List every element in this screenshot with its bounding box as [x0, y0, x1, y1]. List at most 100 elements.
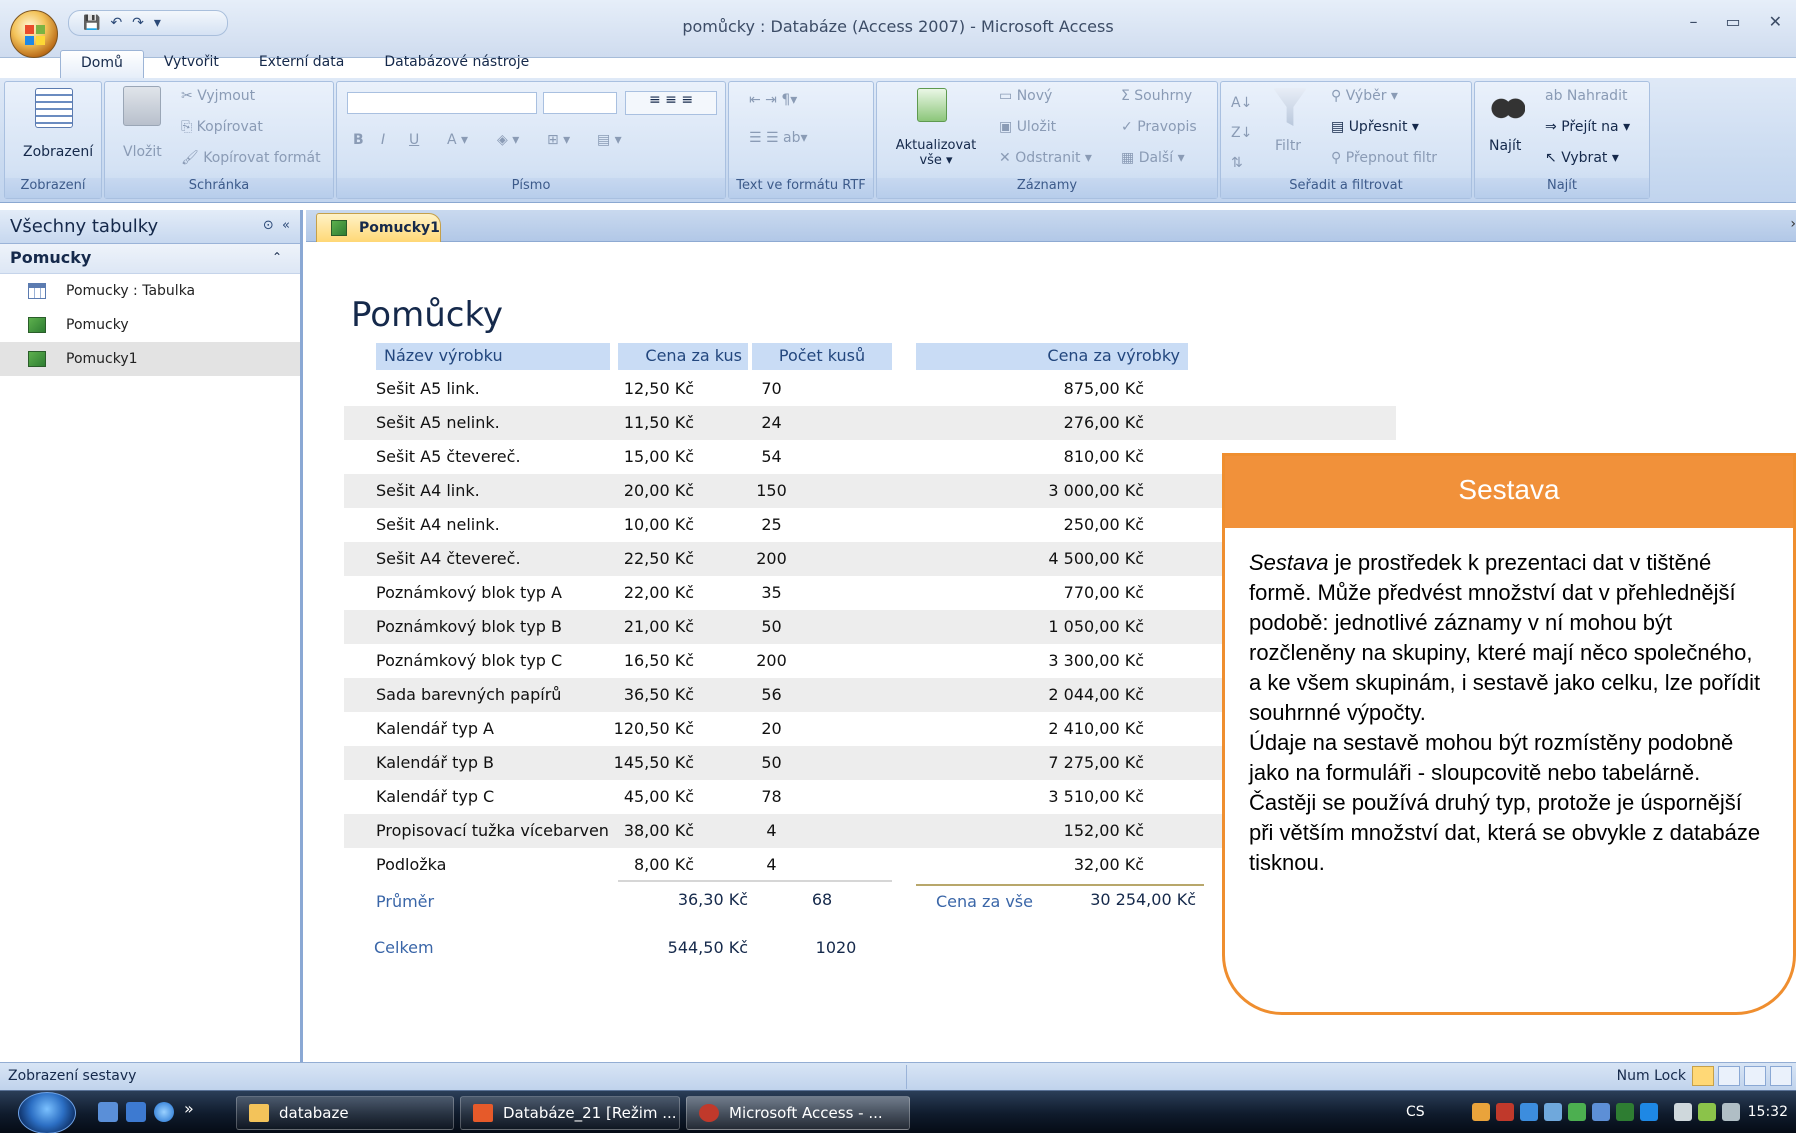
cut-button[interactable]: ✂ Vyjmout	[181, 88, 255, 104]
copy-button[interactable]: ⎘ Kopírovat	[181, 119, 263, 135]
cell-count: 4	[766, 855, 777, 874]
fill-color-button[interactable]: ◈ ▾	[497, 132, 519, 148]
tab-externi-data[interactable]: Externí data	[239, 50, 365, 78]
tray-icon[interactable]	[1568, 1103, 1586, 1121]
cell-name: Propisovací tužka vícebarven	[376, 821, 609, 840]
print-preview-icon[interactable]	[1718, 1066, 1740, 1086]
close-button[interactable]: ✕	[1769, 12, 1782, 31]
network-icon[interactable]	[1674, 1103, 1692, 1121]
delete-record-button[interactable]: ✕ Odstranit ▾	[999, 150, 1092, 166]
switch-windows-icon[interactable]	[126, 1102, 146, 1122]
nav-group-pomucky[interactable]: Pomucky ⌃	[0, 244, 300, 274]
goto-button[interactable]: ⇒ Přejít na ▾	[1545, 119, 1630, 135]
clock[interactable]: 15:32	[1748, 1104, 1788, 1120]
gridlines-button[interactable]: ⊞ ▾	[547, 132, 570, 148]
cell-count: 4	[766, 821, 777, 840]
nav-item-pomucky1-report[interactable]: Pomucky1	[0, 342, 300, 376]
access-icon	[699, 1104, 719, 1122]
chevron-up-icon[interactable]: ⌃	[272, 250, 282, 264]
show-desktop-icon[interactable]	[98, 1102, 118, 1122]
group-label-rtf: Text ve formátu RTF	[729, 178, 873, 198]
view-icon[interactable]	[35, 88, 73, 128]
format-painter-button[interactable]: 🖌 Kopírovat formát	[181, 150, 321, 166]
list-buttons[interactable]: ☰ ☰ ab▾	[749, 130, 808, 146]
tray-icon[interactable]	[1544, 1103, 1562, 1121]
callout-title: Sestava	[1225, 456, 1793, 528]
cell-total: 4 500,00 Kč	[1048, 549, 1144, 568]
view-button[interactable]: Zobrazení	[23, 144, 93, 160]
underline-button[interactable]: U	[409, 132, 419, 148]
alt-fill-button[interactable]: ▤ ▾	[597, 132, 622, 148]
sort-buttons[interactable]: A↓ Z↓ ⇅	[1231, 88, 1252, 178]
group-label-zaznamy: Záznamy	[877, 178, 1217, 198]
tray-icon[interactable]	[1698, 1103, 1716, 1121]
layout-view-icon[interactable]	[1744, 1066, 1766, 1086]
report-icon	[28, 317, 46, 333]
totals-button[interactable]: Σ Souhrny	[1121, 88, 1192, 104]
toggle-filter-button[interactable]: ⚲ Přepnout filtr	[1331, 150, 1437, 166]
tray-icon[interactable]	[1616, 1103, 1634, 1121]
office-button[interactable]	[10, 10, 58, 58]
tray-icon[interactable]	[1640, 1103, 1658, 1121]
font-size-combo[interactable]	[543, 92, 617, 114]
font-name-combo[interactable]	[347, 92, 537, 114]
refresh-icon[interactable]	[917, 88, 947, 122]
taskbar-item-label: Microsoft Access - ...	[729, 1104, 883, 1122]
title-bar: 💾 ↶ ↷ ▾ pomůcky : Databáze (Access 2007)…	[0, 0, 1796, 78]
tab-domu[interactable]: Domů	[60, 50, 144, 78]
binoculars-icon[interactable]	[1491, 88, 1525, 122]
save-record-button[interactable]: ▣ Uložit	[999, 119, 1056, 135]
sum-price: 544,50 Kč	[667, 938, 748, 957]
indent-buttons[interactable]: ⇤ ⇥ ¶▾	[749, 92, 797, 108]
group-filtr: A↓ Z↓ ⇅ Filtr ⚲ Výběr ▾ ▤ Upřesnit ▾ ⚲ Pře…	[1220, 81, 1472, 199]
filter-icon[interactable]	[1273, 88, 1307, 126]
italic-button[interactable]: I	[381, 132, 385, 148]
maximize-button[interactable]: ▭	[1725, 12, 1740, 31]
report-view-icon[interactable]	[1692, 1066, 1714, 1086]
new-record-button[interactable]: ▭ Nový	[999, 88, 1052, 104]
paste-button[interactable]: Vložit	[123, 144, 162, 160]
tab-vytvorit[interactable]: Vytvořit	[144, 50, 239, 78]
tab-databazove-nastroje[interactable]: Databázové nástroje	[364, 50, 549, 78]
close-document-icon[interactable]: ›	[1790, 216, 1796, 232]
advanced-filter-button[interactable]: ▤ Upřesnit ▾	[1331, 119, 1419, 135]
font-color-button[interactable]: A ▾	[447, 132, 468, 148]
find-button[interactable]: Najít	[1489, 138, 1521, 154]
taskbar-item-databaze21[interactable]: Databáze_21 [Režim ...	[460, 1096, 680, 1130]
sum-label: Celkem	[374, 938, 434, 957]
group-label-pismo: Písmo	[337, 178, 725, 198]
collapse-pane-icon[interactable]: «	[282, 218, 290, 233]
replace-button[interactable]: ab Nahradit	[1545, 88, 1627, 104]
minimize-button[interactable]: –	[1689, 12, 1697, 31]
taskbar-item-access[interactable]: Microsoft Access - ...	[686, 1096, 910, 1130]
language-indicator[interactable]: CS	[1406, 1104, 1425, 1120]
volume-icon[interactable]	[1722, 1103, 1740, 1121]
tray-icon[interactable]	[1592, 1103, 1610, 1121]
design-view-icon[interactable]	[1770, 1066, 1792, 1086]
spelling-button[interactable]: ✓ Pravopis	[1121, 119, 1197, 135]
document-tab-pomucky1[interactable]: Pomucky1	[316, 213, 441, 242]
cell-total: 2 410,00 Kč	[1048, 719, 1144, 738]
select-button[interactable]: ↖ Vybrat ▾	[1545, 150, 1619, 166]
selection-button[interactable]: ⚲ Výběr ▾	[1331, 88, 1398, 104]
start-button[interactable]	[18, 1092, 76, 1133]
nav-item-pomucky-table[interactable]: Pomucky : Tabulka	[0, 274, 300, 308]
tray-icon[interactable]	[1472, 1103, 1490, 1121]
paste-icon[interactable]	[123, 86, 161, 126]
nav-item-pomucky-report[interactable]: Pomucky	[0, 308, 300, 342]
tray-icon[interactable]	[1496, 1103, 1514, 1121]
refresh-all-button[interactable]: Aktualizovat vše ▾	[891, 138, 981, 168]
cell-price: 36,50 Kč	[623, 685, 694, 704]
more-button[interactable]: ▦ Další ▾	[1121, 150, 1185, 166]
cell-price: 10,00 Kč	[623, 515, 694, 534]
bold-button[interactable]: B	[353, 132, 364, 148]
align-buttons[interactable]: ≡ ≡ ≡	[625, 91, 717, 115]
nav-pane-header[interactable]: Všechny tabulky ⊙ «	[0, 210, 300, 244]
quick-launch-chevron[interactable]: »	[184, 1099, 194, 1118]
nav-menu-icon[interactable]: ⊙	[263, 218, 274, 233]
internet-explorer-icon[interactable]	[154, 1102, 174, 1122]
filter-button[interactable]: Filtr	[1275, 138, 1301, 154]
group-zaznamy: Aktualizovat vše ▾ ▭ Nový ▣ Uložit ✕ Odst…	[876, 81, 1218, 199]
taskbar-item-databaze[interactable]: databaze	[236, 1096, 454, 1130]
tray-icon[interactable]	[1520, 1103, 1538, 1121]
